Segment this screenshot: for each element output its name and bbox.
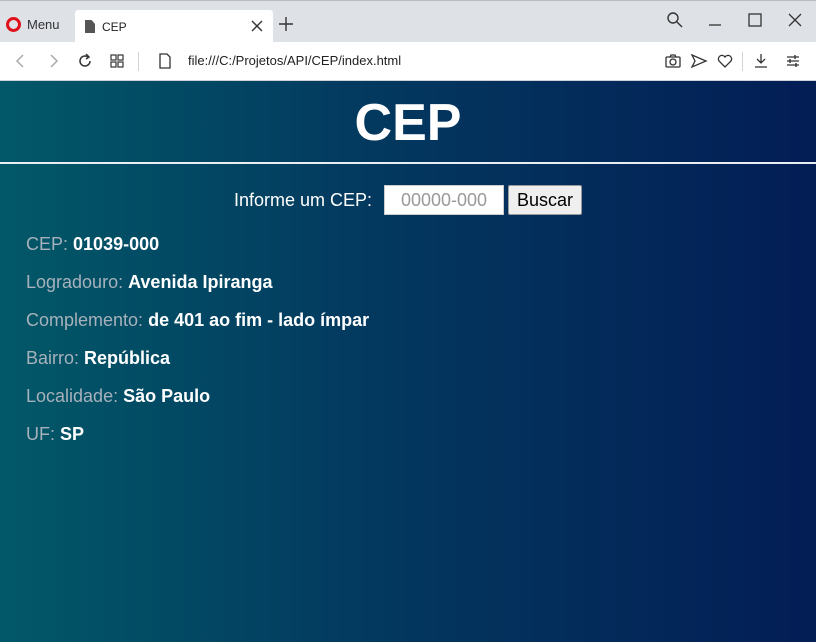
field-label: UF: — [26, 424, 55, 444]
page-info-icon[interactable] — [156, 52, 174, 70]
field-value: São Paulo — [123, 386, 211, 406]
close-window-icon[interactable] — [786, 11, 804, 29]
back-icon[interactable] — [12, 52, 30, 70]
send-icon[interactable] — [690, 52, 708, 70]
cep-input[interactable] — [384, 185, 504, 215]
toolbar-divider — [138, 52, 139, 71]
maximize-icon[interactable] — [746, 11, 764, 29]
field-value: Avenida Ipiranga — [128, 272, 273, 292]
field-value: SP — [60, 424, 85, 444]
reload-icon[interactable] — [76, 52, 94, 70]
page-content: CEP Informe um CEP: Buscar CEP: 01039-00… — [0, 81, 816, 642]
field-complemento: Complemento: de 401 ao fim - lado ímpar — [26, 310, 369, 331]
menu-label: Menu — [27, 16, 60, 32]
field-uf: UF: SP — [26, 424, 84, 445]
address-bar: file:///C:/Projetos/API/CEP/index.html — [0, 42, 816, 81]
field-value: República — [84, 348, 171, 368]
opera-logo-icon — [6, 16, 21, 32]
heart-icon[interactable] — [716, 52, 734, 70]
tab-bar: Menu CEP — [0, 0, 816, 43]
title-divider — [0, 162, 816, 164]
field-label: Complemento: — [26, 310, 144, 330]
forward-icon[interactable] — [44, 52, 62, 70]
speed-dial-icon[interactable] — [108, 52, 126, 70]
url-field[interactable]: file:///C:/Projetos/API/CEP/index.html — [188, 53, 401, 68]
field-label: CEP: — [26, 234, 69, 254]
download-icon[interactable] — [752, 52, 770, 70]
minimize-icon[interactable] — [706, 11, 724, 29]
opera-menu-button[interactable]: Menu — [6, 13, 60, 35]
close-tab-icon[interactable] — [249, 18, 265, 34]
toolbar-divider — [742, 52, 743, 71]
field-cep: CEP: 01039-000 — [26, 234, 159, 255]
field-value: de 401 ao fim - lado ímpar — [148, 310, 370, 330]
search-tabs-icon[interactable] — [666, 11, 684, 29]
field-label: Localidade: — [26, 386, 119, 406]
field-label: Bairro: — [26, 348, 80, 368]
tab-title: CEP — [102, 19, 127, 34]
search-button[interactable]: Buscar — [508, 185, 583, 215]
field-label: Logradouro: — [26, 272, 124, 292]
field-bairro: Bairro: República — [26, 348, 170, 369]
search-form: Informe um CEP: Buscar — [0, 185, 816, 215]
easy-setup-icon[interactable] — [784, 52, 802, 70]
snapshot-icon[interactable] — [664, 52, 682, 70]
page-title: CEP — [354, 94, 462, 152]
field-value: 01039-000 — [73, 234, 160, 254]
field-localidade: Localidade: São Paulo — [26, 386, 210, 407]
field-logradouro: Logradouro: Avenida Ipiranga — [26, 272, 272, 293]
new-tab-icon[interactable] — [278, 16, 294, 32]
tab-cep[interactable]: CEP — [75, 10, 273, 43]
document-icon — [85, 20, 95, 33]
search-label: Informe um CEP: — [233, 189, 372, 210]
